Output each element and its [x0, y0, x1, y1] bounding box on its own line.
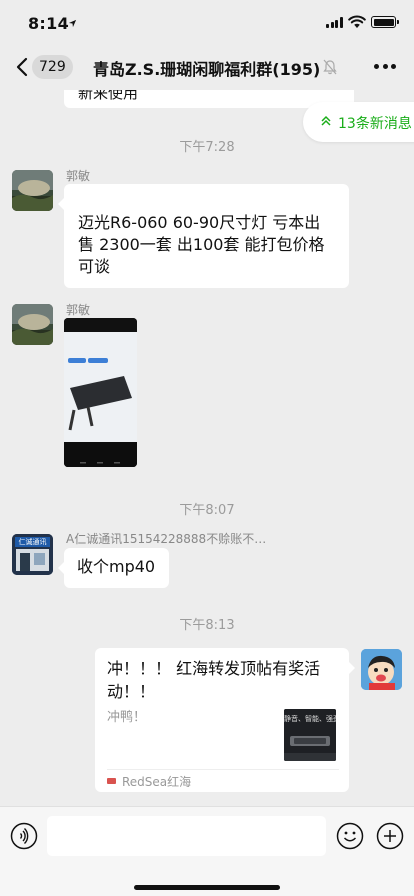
sender-name: 郭敏: [66, 169, 91, 183]
sender-name: 郭敏: [66, 303, 91, 317]
redsea-logo-icon: [107, 778, 116, 784]
back-chevron-icon[interactable]: [14, 56, 30, 78]
more-dots-icon[interactable]: [374, 64, 396, 70]
link-thumbnail: 静音、智能、强劲: [284, 709, 336, 761]
link-card-message[interactable]: 冲！！！ 红海转发顶帖有奖活动！！ 冲鸭！ 静音、智能、强劲 RedSea红海: [95, 648, 355, 792]
battery-icon: [371, 16, 399, 28]
link-title: 冲！！！ 红海转发顶帖有奖活动！！: [107, 659, 321, 701]
avatar[interactable]: 仁诚通讯: [12, 534, 53, 575]
double-chevron-up-icon: [321, 115, 331, 126]
plus-icon[interactable]: [376, 822, 404, 850]
sender-name: A仁诚通讯15154228888不赊账不…: [66, 532, 267, 546]
message-bubble[interactable]: 迈光R6-060 60-90尺寸灯 亏本出售 2300一套 出100套 能打包价…: [58, 184, 349, 288]
my-avatar[interactable]: [361, 649, 402, 690]
thumbnail-text: 静音、智能、强劲: [284, 715, 336, 723]
status-time: 8:14: [28, 14, 69, 33]
time-separator: 下午8:07: [179, 503, 235, 518]
wifi-icon: [348, 15, 366, 28]
cellular-signal-icon: [326, 17, 344, 28]
link-description: 冲鸭！: [107, 710, 147, 725]
chat-messages[interactable]: 新来使用 下午7:28 郭敏 迈光R6-060 60-90尺寸灯 亏本出售 23…: [0, 90, 414, 806]
unread-count-badge[interactable]: 729: [32, 55, 73, 79]
mute-bell-icon: [323, 59, 337, 75]
input-bar: [0, 806, 414, 896]
image-message[interactable]: [64, 318, 137, 467]
message-bubble[interactable]: 收个mp40: [58, 548, 169, 588]
chat-header: 729 青岛Z.S.珊瑚闲聊福利群(195): [0, 44, 414, 90]
avatar[interactable]: [12, 304, 53, 345]
new-messages-label: 13条新消息: [338, 116, 412, 132]
message-input[interactable]: [47, 816, 326, 856]
time-separator: 下午8:13: [179, 618, 235, 633]
new-messages-button[interactable]: 13条新消息: [303, 102, 414, 142]
avatar[interactable]: [12, 170, 53, 211]
chat-title: 青岛Z.S.珊瑚闲聊福利群(195): [93, 60, 321, 79]
avatar-text: 仁诚通讯: [18, 538, 47, 546]
emoji-icon[interactable]: [336, 822, 364, 850]
home-indicator: [134, 885, 280, 890]
status-bar: 8:14: [0, 0, 414, 44]
divider: [107, 769, 339, 770]
voice-icon[interactable]: [10, 822, 38, 850]
link-source: RedSea红海: [122, 775, 192, 789]
location-arrow-icon: [68, 19, 77, 28]
